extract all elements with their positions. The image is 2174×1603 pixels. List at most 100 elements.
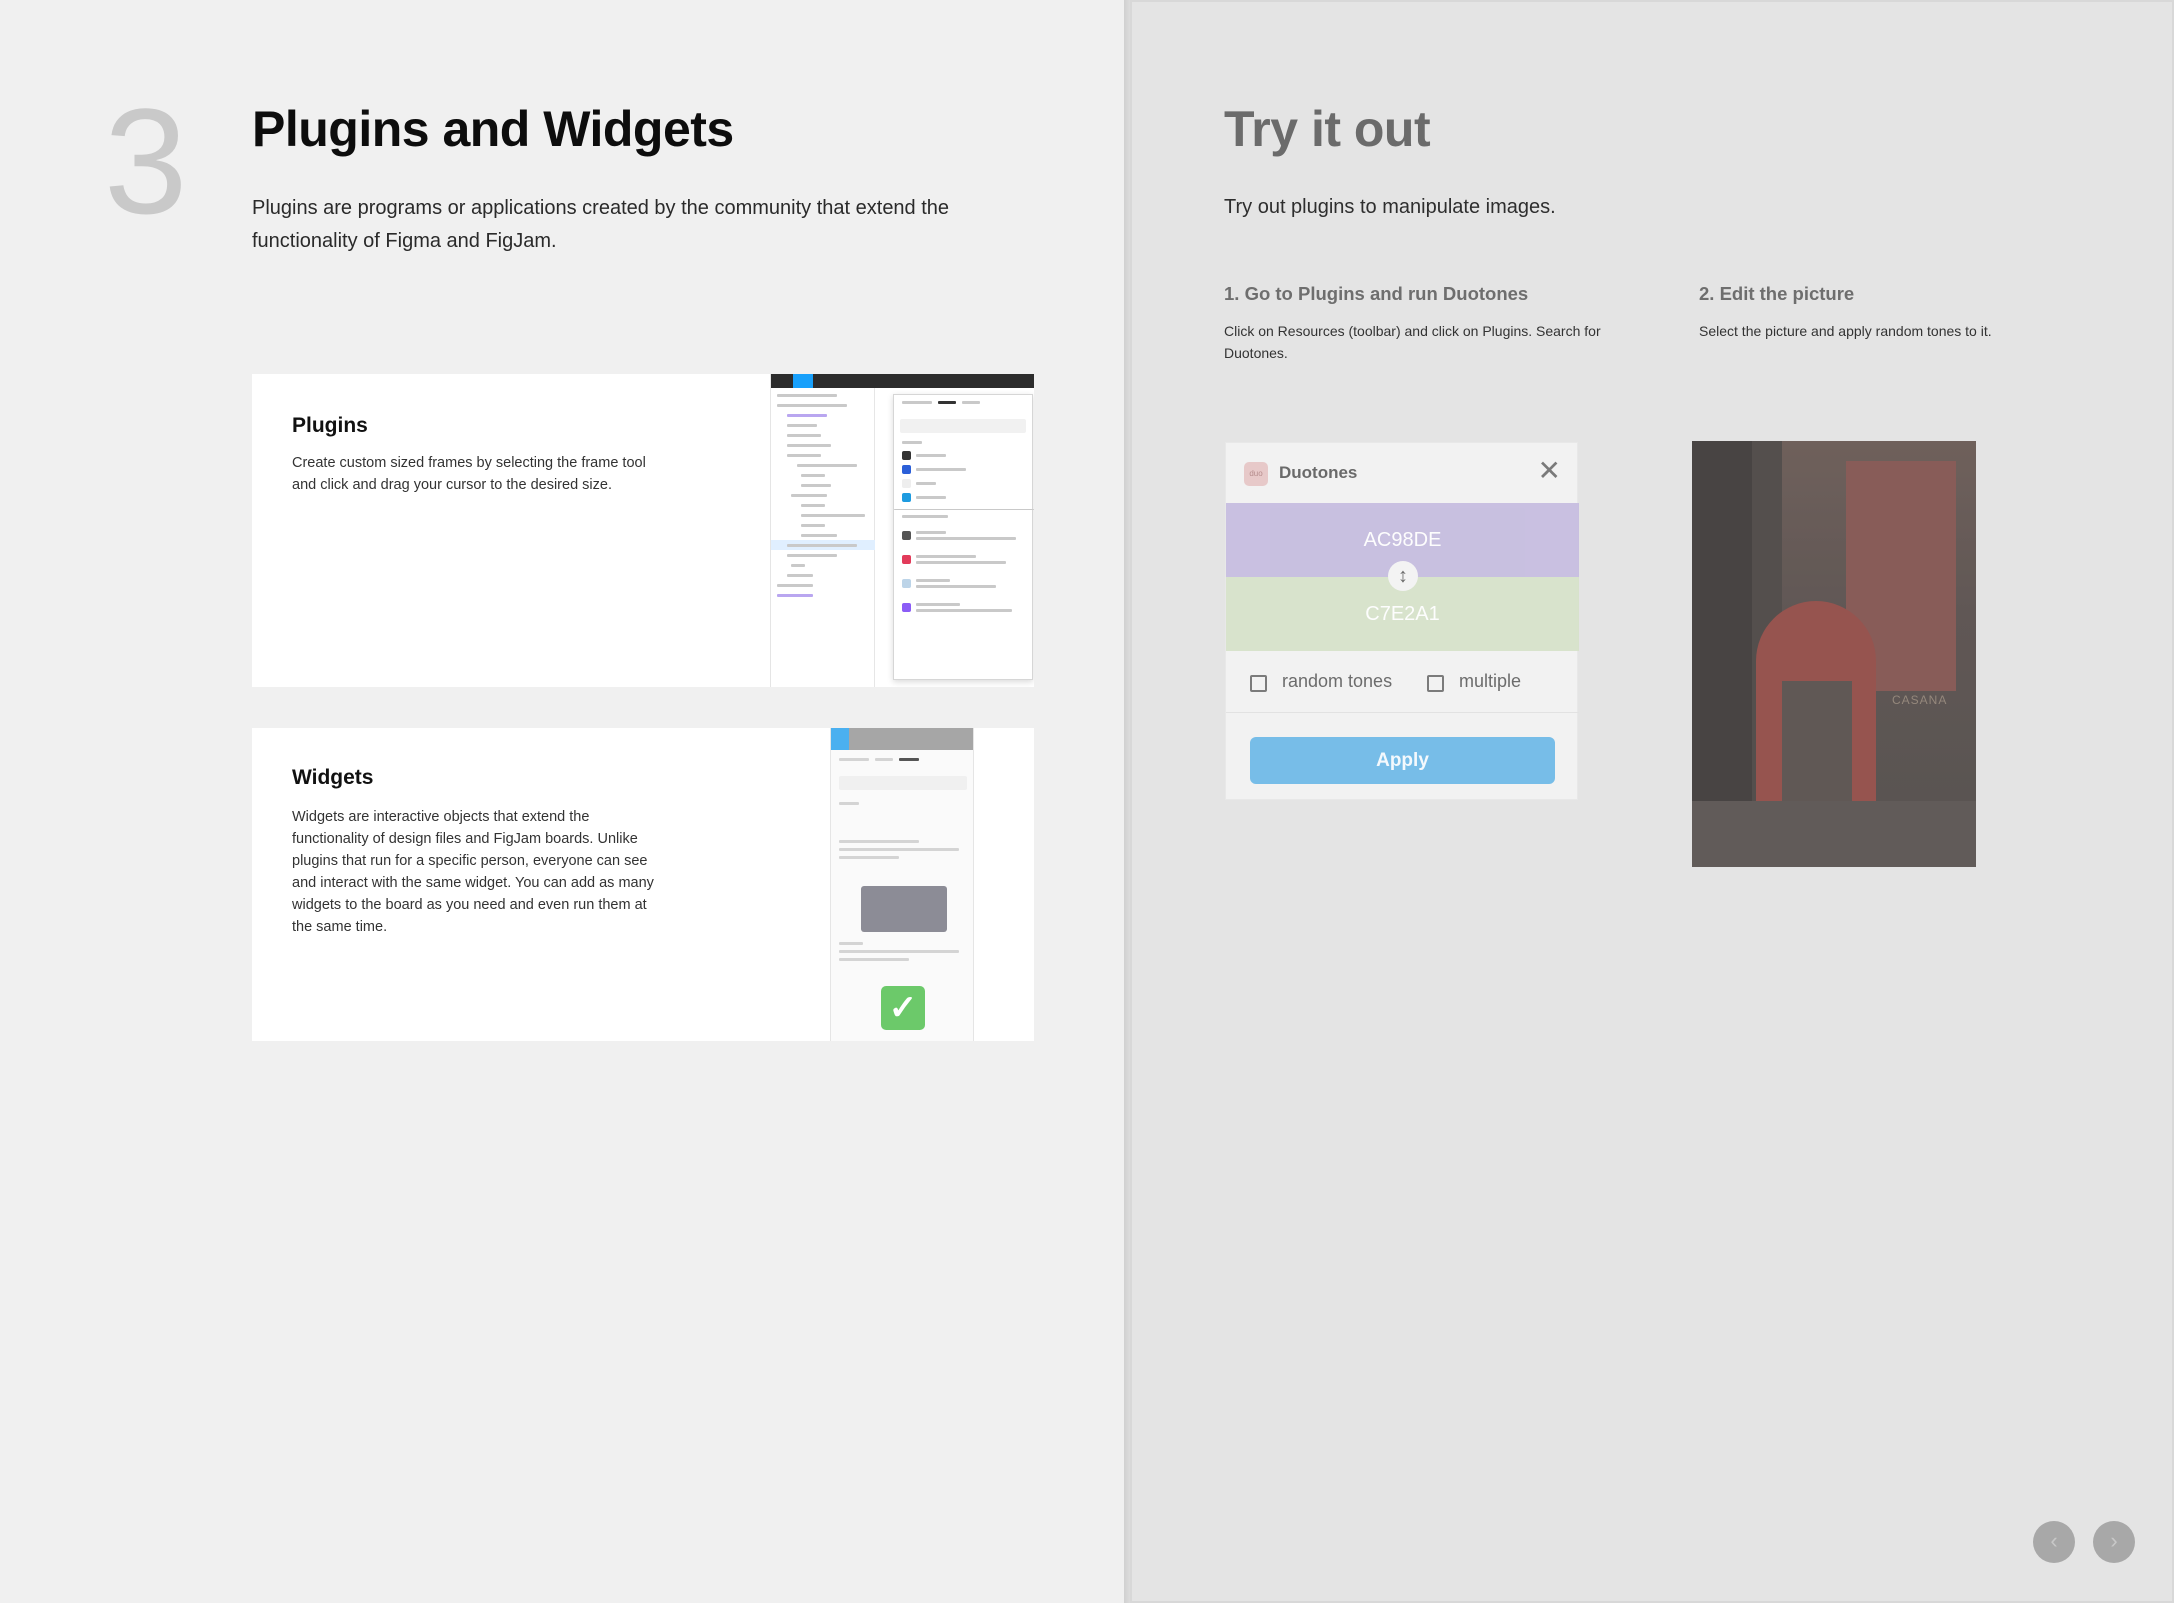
plugin-icon (902, 493, 911, 502)
duotones-plugin-window: duo Duotones ✕ AC98DE C7E2A1 ↕ random to… (1225, 442, 1579, 800)
layer-line (777, 404, 847, 407)
checkmark-widget-icon: ✓ (881, 986, 925, 1030)
apply-button[interactable]: Apply (1250, 737, 1555, 784)
step-1-text: Click on Resources (toolbar) and click o… (1224, 323, 1601, 361)
plugin-line (916, 561, 1006, 564)
toolbar-active-tool (793, 374, 813, 388)
layer-line (777, 594, 813, 597)
previous-button[interactable]: ‹ (2033, 1521, 2075, 1563)
plugin-line (916, 537, 1016, 540)
layer-line (787, 414, 827, 417)
plugin-line (916, 468, 966, 471)
widget-line (839, 942, 863, 945)
plugin-icon (902, 579, 911, 588)
plugin-line (916, 454, 946, 457)
plugin-icon (902, 531, 911, 540)
widget-line (839, 950, 959, 953)
widgets-screenshot: ✓ (830, 728, 974, 1041)
layer-line (801, 474, 825, 477)
widget-thumbnail (861, 886, 947, 932)
layer-line (787, 544, 857, 547)
plugins-screenshot (770, 374, 1034, 687)
plugin-line (916, 609, 1012, 612)
widget-line (839, 840, 919, 843)
layer-line (787, 424, 817, 427)
plugins-card-text: Create custom sized frames by selecting … (292, 455, 646, 493)
duotones-header: duo Duotones ✕ (1226, 443, 1579, 503)
layer-line (797, 464, 857, 467)
plugin-icon (902, 451, 911, 460)
popover-tab (938, 401, 956, 404)
try-title: Try it out (1224, 101, 1431, 157)
lesson-panel: 3 Plugins and Widgets Plugins are progra… (0, 0, 1124, 1603)
layer-line (801, 534, 837, 537)
popover-tab (902, 401, 932, 404)
plugin-line (916, 585, 996, 588)
photo-overlay (1692, 441, 1976, 867)
page-title: Plugins and Widgets (252, 101, 734, 157)
widget-line (839, 848, 959, 851)
layer-line (787, 434, 821, 437)
layer-line (777, 394, 837, 397)
try-description: Try out plugins to manipulate images. (1224, 196, 1556, 218)
random-tones-label[interactable]: random tones (1282, 671, 1392, 692)
plugin-icon (902, 603, 911, 612)
layer-line (777, 584, 813, 587)
random-tones-checkbox[interactable] (1250, 675, 1267, 692)
section-label (902, 515, 948, 518)
layer-line (787, 574, 813, 577)
next-button[interactable]: › (2093, 1521, 2135, 1563)
plugin-line (916, 482, 936, 485)
plugins-card: Plugins Create custom sized frames by se… (252, 374, 1034, 687)
popover-tab (839, 758, 869, 761)
layer-line (791, 494, 827, 497)
street-photo[interactable]: CASANA (1692, 441, 1976, 867)
layer-line (801, 504, 825, 507)
plugins-popover (893, 394, 1034, 680)
plugin-line (916, 496, 946, 499)
page-description: Plugins are programs or applications cre… (252, 197, 950, 252)
plugin-icon (902, 555, 911, 564)
widgets-card: Widgets Widgets are interactive objects … (252, 728, 1034, 1041)
plugin-icon (902, 465, 911, 474)
multiple-label[interactable]: multiple (1459, 671, 1521, 692)
popover-tab (875, 758, 893, 761)
step-number: 3 (104, 77, 188, 245)
step-1-title: 1. Go to Plugins and run Duotones (1224, 283, 1529, 304)
layers-panel (771, 388, 875, 687)
plugin-line (916, 579, 950, 582)
plugin-line (916, 603, 960, 606)
close-icon[interactable]: ✕ (1538, 457, 1561, 485)
layer-line (801, 514, 865, 517)
figma-toolbar (771, 374, 1034, 388)
layer-line (787, 554, 837, 557)
swap-colors-icon[interactable]: ↕ (1388, 561, 1418, 591)
popover-tab (899, 758, 919, 761)
step-2-text: Select the picture and apply random tone… (1699, 323, 1992, 339)
duotones-options: random tones multiple (1226, 651, 1579, 713)
figjam-toolbar (831, 728, 973, 750)
plugins-search (900, 419, 1026, 433)
layer-line (801, 484, 831, 487)
multiple-checkbox[interactable] (1427, 675, 1444, 692)
plugin-line (916, 531, 946, 534)
toolbar-active-tool (831, 728, 849, 750)
popover-divider (894, 509, 1034, 510)
duotones-title: Duotones (1279, 463, 1358, 482)
widget-line (839, 958, 909, 961)
section-label (839, 802, 859, 805)
layer-line (787, 444, 831, 447)
layer-line (801, 524, 825, 527)
widget-line (839, 856, 899, 859)
widgets-search (839, 776, 967, 790)
try-it-panel: Try it out Try out plugins to manipulate… (1130, 0, 2174, 1603)
plugin-icon (902, 479, 911, 488)
duotones-logo-icon: duo (1244, 462, 1268, 486)
layer-line (787, 454, 821, 457)
plugin-line (916, 555, 976, 558)
section-label (902, 441, 922, 444)
layer-line (791, 564, 805, 567)
widgets-card-text: Widgets are interactive objects that ext… (292, 809, 654, 935)
step-2-title: 2. Edit the picture (1699, 283, 1855, 304)
popover-tab (962, 401, 980, 404)
